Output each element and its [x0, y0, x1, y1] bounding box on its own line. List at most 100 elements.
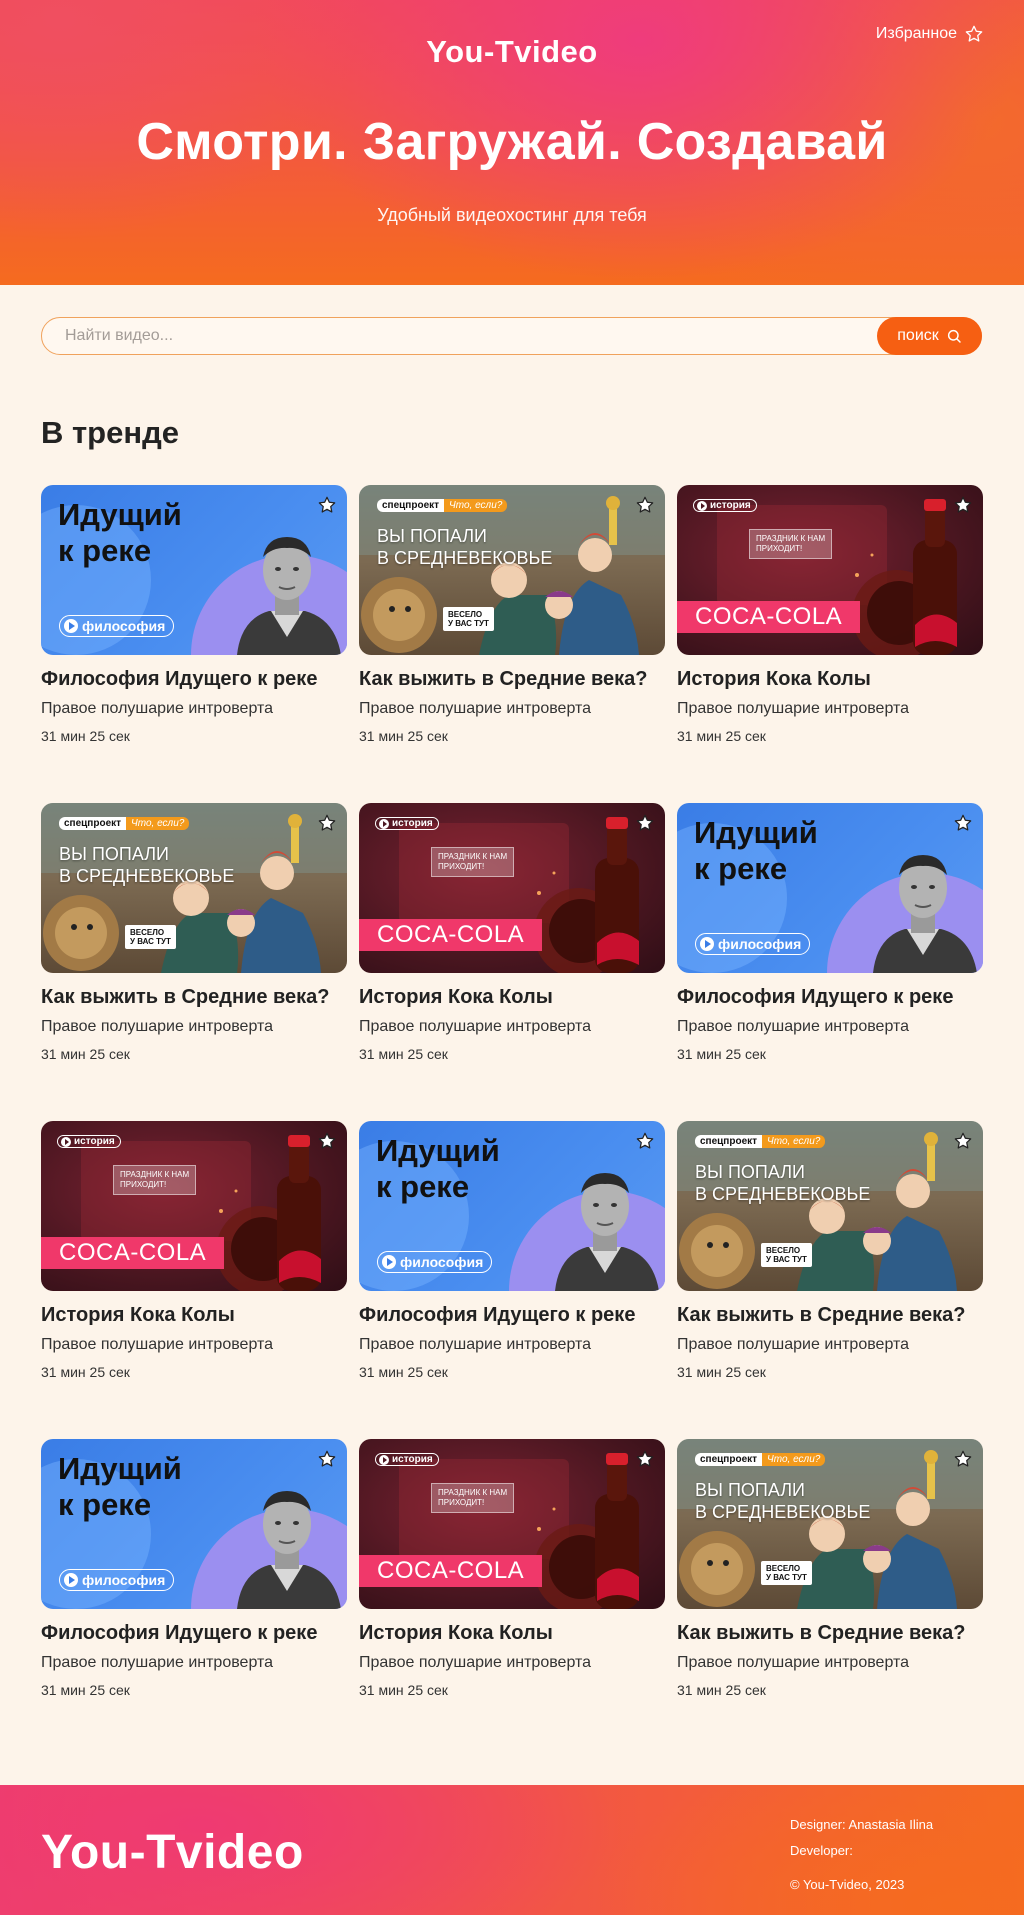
star-icon[interactable]	[953, 1131, 973, 1151]
video-card[interactable]: спецпроект Что, если? ВЫ ПОПАЛИ В СРЕДНЕ…	[677, 1121, 983, 1439]
video-channel[interactable]: Правое полушарие интроверта	[41, 1653, 347, 1673]
video-thumbnail[interactable]: спецпроект Что, если? ВЫ ПОПАЛИ В СРЕДНЕ…	[677, 1439, 983, 1609]
video-thumbnail[interactable]: Идущий к реке философия	[41, 1439, 347, 1609]
play-icon	[379, 818, 389, 829]
video-title[interactable]: Как выжить в Средние века?	[359, 667, 665, 691]
star-outline-icon	[965, 25, 983, 42]
search-bar: поиск	[41, 317, 982, 355]
video-channel[interactable]: Правое полушарие интроверта	[677, 1017, 983, 1037]
video-card[interactable]: спецпроект Что, если? ВЫ ПОПАЛИ В СРЕДНЕ…	[359, 485, 665, 803]
video-thumbnail[interactable]: спецпроект Что, если? ВЫ ПОПАЛИ В СРЕДНЕ…	[359, 485, 665, 655]
search-input[interactable]	[42, 327, 981, 345]
video-duration: 31 мин 25 сек	[41, 1046, 130, 1062]
video-thumbnail[interactable]: Идущий к реке философия	[359, 1121, 665, 1291]
video-channel[interactable]: Правое полушарие интроверта	[41, 1017, 347, 1037]
star-icon[interactable]	[635, 1131, 655, 1151]
star-icon[interactable]	[317, 813, 337, 833]
star-icon[interactable]	[635, 495, 655, 515]
video-thumbnail[interactable]: история ПРАЗДНИК К НАМ ПРИХОДИТ! COCA-CO…	[677, 485, 983, 655]
video-title[interactable]: История Кока Колы	[359, 1621, 665, 1645]
video-card[interactable]: спецпроект Что, если? ВЫ ПОПАЛИ В СРЕДНЕ…	[677, 1439, 983, 1757]
video-title[interactable]: История Кока Колы	[359, 985, 665, 1009]
search-icon	[947, 329, 961, 343]
speech-bubble: ВЕСЕЛО У ВАС ТУТ	[761, 1561, 812, 1585]
video-channel[interactable]: Правое полушарие интроверта	[359, 1653, 665, 1673]
video-duration: 31 мин 25 сек	[41, 1364, 130, 1380]
video-duration: 31 мин 25 сек	[677, 1364, 766, 1380]
thumbnail-title: ВЫ ПОПАЛИ В СРЕДНЕВЕКОВЬЕ	[695, 1480, 871, 1522]
video-channel[interactable]: Правое полушарие интроверта	[677, 699, 983, 719]
thumbnail-title: Идущий к реке	[694, 815, 818, 886]
video-card[interactable]: история ПРАЗДНИК К НАМ ПРИХОДИТ! COCA-CO…	[359, 803, 665, 1121]
video-thumbnail[interactable]: Идущий к реке философия	[677, 803, 983, 973]
video-duration: 31 мин 25 сек	[41, 728, 130, 744]
video-channel[interactable]: Правое полушарие интроверта	[359, 1017, 665, 1037]
video-title[interactable]: Философия Идущего к реке	[41, 1621, 347, 1645]
video-channel[interactable]: Правое полушарие интроверта	[41, 699, 347, 719]
star-icon[interactable]	[953, 813, 973, 833]
search-button-label: поиск	[897, 327, 939, 344]
footer-designer: Designer: Anastasia Ilina	[790, 1817, 934, 1832]
video-title[interactable]: История Кока Колы	[677, 667, 983, 691]
video-thumbnail[interactable]: история ПРАЗДНИК К НАМ ПРИХОДИТ! COCA-CO…	[359, 803, 665, 973]
video-thumbnail[interactable]: история ПРАЗДНИК К НАМ ПРИХОДИТ! COCA-CO…	[41, 1121, 347, 1291]
thumbnail-title: Идущий к реке	[58, 497, 182, 568]
category-tag: спецпроект Что, если?	[695, 1453, 826, 1466]
video-thumbnail[interactable]: спецпроект Что, если? ВЫ ПОПАЛИ В СРЕДНЕ…	[677, 1121, 983, 1291]
video-duration: 31 мин 25 сек	[359, 1364, 448, 1380]
video-title[interactable]: Философия Идущего к реке	[359, 1303, 665, 1327]
video-title[interactable]: Как выжить в Средние века?	[677, 1303, 983, 1327]
play-icon	[697, 500, 707, 511]
video-channel[interactable]: Правое полушарие интроверта	[677, 1653, 983, 1673]
video-title[interactable]: Философия Идущего к реке	[41, 667, 347, 691]
star-icon[interactable]	[317, 495, 337, 515]
thumbnail-title: Идущий к реке	[376, 1133, 500, 1204]
video-channel[interactable]: Правое полушарие интроверта	[359, 699, 665, 719]
thumbnail-note: ПРАЗДНИК К НАМ ПРИХОДИТ!	[749, 529, 833, 559]
video-channel[interactable]: Правое полушарие интроверта	[359, 1335, 665, 1355]
footer-logo[interactable]: You-Tvideo	[41, 1825, 304, 1880]
hero-title: Смотри. Загружай. Создавай	[136, 113, 888, 171]
video-card[interactable]: спецпроект Что, если? ВЫ ПОПАЛИ В СРЕДНЕ…	[41, 803, 347, 1121]
star-icon[interactable]	[317, 1449, 337, 1469]
site-logo[interactable]: You-Tvideo	[0, 34, 1024, 70]
video-grid: Идущий к реке философия Философия Идущег…	[41, 485, 983, 1757]
favorites-label: Избранное	[875, 25, 957, 42]
video-card[interactable]: история ПРАЗДНИК К НАМ ПРИХОДИТ! COCA-CO…	[677, 485, 983, 803]
video-thumbnail[interactable]: Идущий к реке философия	[41, 485, 347, 655]
video-title[interactable]: Как выжить в Средние века?	[41, 985, 347, 1009]
hero-subtitle: Удобный видеохостинг для тебя	[377, 205, 647, 225]
video-card[interactable]: Идущий к реке философия Философия Идущег…	[41, 485, 347, 803]
favorites-link[interactable]: Избранное	[876, 24, 984, 44]
star-icon[interactable]	[635, 1449, 655, 1469]
video-duration: 31 мин 25 сек	[677, 1046, 766, 1062]
video-duration: 31 мин 25 сек	[41, 1682, 130, 1698]
video-thumbnail[interactable]: спецпроект Что, если? ВЫ ПОПАЛИ В СРЕДНЕ…	[41, 803, 347, 973]
star-icon[interactable]	[317, 1131, 337, 1151]
star-icon[interactable]	[953, 1449, 973, 1469]
category-tag: философия	[59, 1569, 175, 1591]
speech-bubble: ВЕСЕЛО У ВАС ТУТ	[761, 1243, 812, 1267]
video-card[interactable]: история ПРАЗДНИК К НАМ ПРИХОДИТ! COCA-CO…	[41, 1121, 347, 1439]
video-duration: 31 мин 25 сек	[677, 728, 766, 744]
category-tag: история	[375, 817, 439, 830]
video-card[interactable]: Идущий к реке философия Философия Идущег…	[41, 1439, 347, 1757]
video-card[interactable]: Идущий к реке философия Философия Идущег…	[359, 1121, 665, 1439]
video-card[interactable]: Идущий к реке философия Философия Идущег…	[677, 803, 983, 1121]
video-title[interactable]: История Кока Колы	[41, 1303, 347, 1327]
video-card[interactable]: история ПРАЗДНИК К НАМ ПРИХОДИТ! COCA-CO…	[359, 1439, 665, 1757]
category-tag: спецпроект Что, если?	[59, 817, 190, 830]
category-tag: философия	[59, 615, 175, 637]
video-title[interactable]: Как выжить в Средние века?	[677, 1621, 983, 1645]
thumbnail-title: Идущий к реке	[58, 1451, 182, 1522]
video-channel[interactable]: Правое полушарие интроверта	[41, 1335, 347, 1355]
star-icon[interactable]	[635, 813, 655, 833]
search-button[interactable]: поиск	[877, 317, 982, 355]
play-icon	[64, 1573, 78, 1587]
video-thumbnail[interactable]: история ПРАЗДНИК К НАМ ПРИХОДИТ! COCA-CO…	[359, 1439, 665, 1609]
star-icon[interactable]	[953, 495, 973, 515]
video-channel[interactable]: Правое полушарие интроверта	[677, 1335, 983, 1355]
video-title[interactable]: Философия Идущего к реке	[677, 985, 983, 1009]
play-icon	[379, 1454, 389, 1465]
footer-developer: Developer:	[790, 1843, 853, 1858]
